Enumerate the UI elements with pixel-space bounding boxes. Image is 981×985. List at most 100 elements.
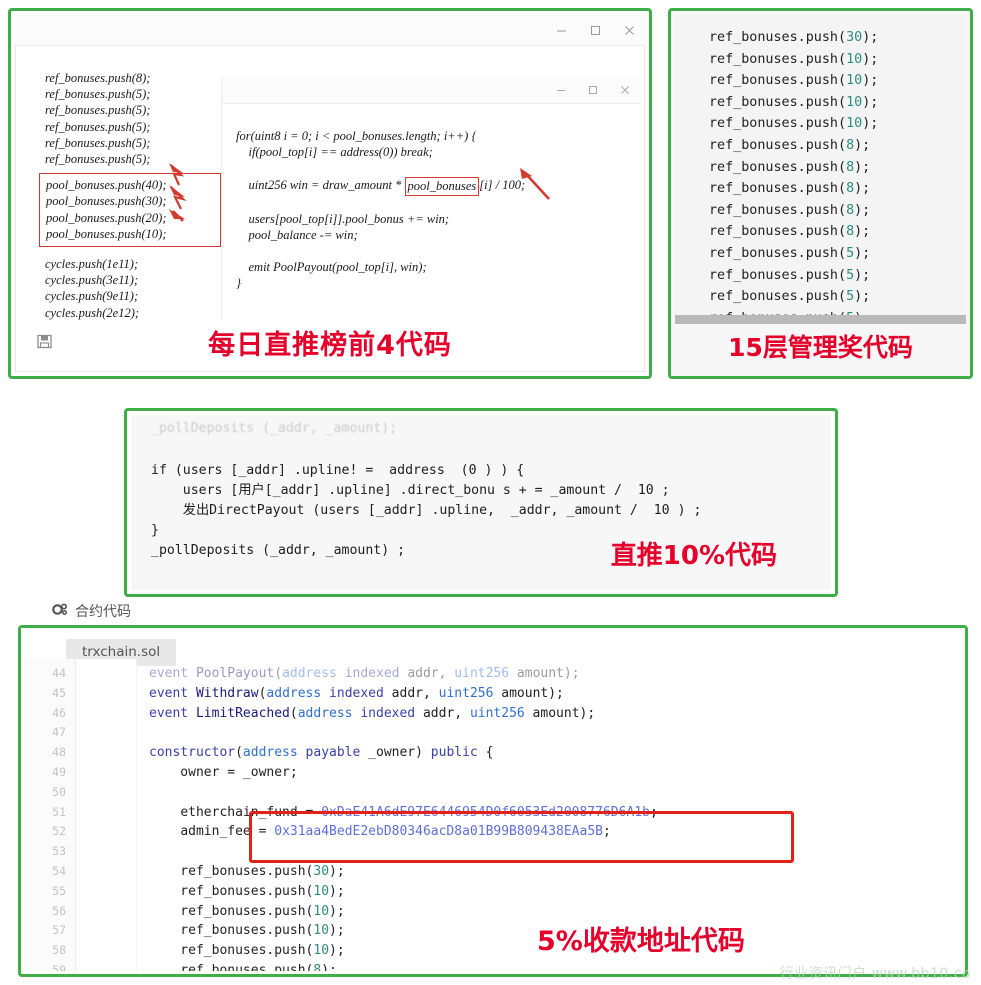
pool-bonuses-highlight-box: pool_bonuses.push(40); pool_bonuses.push… xyxy=(39,173,221,248)
ref-bonus-code-list: ref_bonuses.push(30); ref_bonuses.push(1… xyxy=(675,15,966,318)
line-number-gutter: 44 45 46 47 48 49 50 51 52 53 54 55 56 5… xyxy=(24,659,76,971)
line-number: 47 xyxy=(52,725,66,740)
panel-pool-caption: 每日直推榜前4代码 xyxy=(208,330,452,361)
code-line: ref_bonuses.push(10); xyxy=(709,73,879,89)
code-blank xyxy=(236,243,641,259)
line-number: 44 xyxy=(52,666,66,680)
code-line: pool_bonuses.push(30); xyxy=(46,194,167,209)
code-line: ref_bonuses.push(5); xyxy=(45,103,151,118)
code-blank xyxy=(151,439,831,461)
code-line: ref_bonuses.push(8); xyxy=(45,71,151,85)
code-line: pool_bonuses.push(20); xyxy=(46,210,167,225)
panel-editor-caption: 5%收款地址代码 xyxy=(537,926,745,957)
code-line: ref_bonuses.push(8); xyxy=(709,181,871,197)
line-number: 50 xyxy=(52,784,66,799)
inner-window-titlebar xyxy=(222,77,641,104)
code-line: pool_bonuses.push(10); xyxy=(46,226,167,241)
maximize-icon[interactable] xyxy=(587,22,603,38)
pool-bonus-panel: ref_bonuses.push(8); ref_bonuses.push(5)… xyxy=(8,8,652,379)
minimize-icon[interactable] xyxy=(553,82,569,98)
code-line: ref_bonuses.push(5); xyxy=(709,267,871,283)
line-number: 55 xyxy=(52,883,66,898)
contract-editor-panel: trxchain.sol 44 45 46 47 48 49 50 51 52 … xyxy=(18,625,968,977)
code-line: ref_bonuses.push(10); xyxy=(709,116,879,132)
contract-code-title: 合约代码 xyxy=(75,604,131,620)
code-line: if (users [_addr] .upline! = address (0 … xyxy=(151,463,525,478)
code-text: uint256 win = draw_amount * xyxy=(236,178,405,193)
code-line: ref_bonuses.push(5); xyxy=(45,135,151,150)
panel-direct-caption: 直推10%代码 xyxy=(610,541,777,571)
line-number: 58 xyxy=(52,943,66,958)
contract-code-header: 合约代码 xyxy=(52,601,131,621)
editor-body: 44 45 46 47 48 49 50 51 52 53 54 55 56 5… xyxy=(24,659,962,971)
solidity-code-area[interactable]: event PoolPayout(address indexed addr, u… xyxy=(137,659,962,971)
code-line: emit PoolPayout(pool_top[i], win); xyxy=(236,260,427,275)
close-icon[interactable] xyxy=(617,82,633,98)
maximize-icon[interactable] xyxy=(585,82,601,98)
code-line: ref_bonuses.push(10); xyxy=(709,51,879,67)
code-line: ref_bonuses.push(5); xyxy=(709,245,871,261)
code-line: ref_bonuses.push(5); xyxy=(45,87,151,102)
code-line: cycles.push(2e12); xyxy=(45,305,140,320)
line-number: 46 xyxy=(52,705,66,720)
inner-window: for(uint8 i = 0; i < pool_bonuses.length… xyxy=(221,77,641,320)
line-number: 45 xyxy=(52,685,66,700)
code-line: owner = _owner; xyxy=(149,764,298,780)
line-number: 54 xyxy=(52,863,66,878)
admin-fee-value: 0x31aa4BedE2ebD80346acD8a01B99B809438EAa… xyxy=(274,824,603,840)
code-line: 发出DirectPayout (users [_addr] .upline, _… xyxy=(151,503,702,518)
panel-ref-caption: 15层管理奖代码 xyxy=(728,333,913,362)
close-icon[interactable] xyxy=(621,22,637,38)
etherchain-fund-label: etherchain_fund xyxy=(180,804,298,820)
code-line: pool_balance -= win; xyxy=(236,227,358,242)
pool-payout-code: for(uint8 i = 0; i < pool_bonuses.length… xyxy=(222,104,641,291)
code-line: pool_bonuses.push(40); xyxy=(46,178,167,193)
code-line: if(pool_top[i] == address(0)) break; xyxy=(236,145,433,160)
code-blank xyxy=(137,723,962,743)
horizontal-scrollbar[interactable] xyxy=(675,315,966,324)
code-line: event Withdraw(address indexed addr, uin… xyxy=(149,685,564,701)
code-fold-strip[interactable] xyxy=(76,659,137,971)
code-line: ref_bonuses.push(5); xyxy=(709,289,871,305)
code-line: ref_bonuses.push(10); xyxy=(149,883,345,899)
code-line-etherchain-fund: etherchain_fund = 0xDaE41A6dE97E6446954D… xyxy=(180,804,658,820)
code-line: ref_bonuses.push(8); xyxy=(709,159,871,175)
code-blank xyxy=(236,160,641,176)
code-line: ref_bonuses.push(8); xyxy=(709,224,871,240)
minimize-icon[interactable] xyxy=(553,22,569,38)
code-line: users[pool_top[i]].pool_bonus += win; xyxy=(236,211,450,226)
outer-window-titlebar xyxy=(15,15,645,46)
code-line: ref_bonuses.push(30); xyxy=(149,863,345,879)
editor-inner: trxchain.sol 44 45 46 47 48 49 50 51 52 … xyxy=(24,631,962,971)
watermark: 行业资讯门户 www.bb10.co xyxy=(779,966,971,982)
line-number: 51 xyxy=(52,804,66,819)
gear-icon xyxy=(52,602,68,621)
code-line: event LimitReached(address indexed addr,… xyxy=(149,705,596,721)
line-number: 59 xyxy=(52,962,66,971)
code-line: ref_bonuses.push(30); xyxy=(709,30,879,45)
code-line-faded: _pollDeposits (_addr, _amount); xyxy=(151,421,398,436)
line-number: 53 xyxy=(52,844,66,859)
direct-payout-panel: _pollDeposits (_addr, _amount); if (user… xyxy=(124,408,838,597)
code-line: ref_bonuses.push(5); xyxy=(45,152,151,167)
cycles-block: cycles.push(1e11); cycles.push(3e11); cy… xyxy=(45,256,225,321)
code-line: ref_bonuses.push(8); xyxy=(709,202,871,218)
line-number: 56 xyxy=(52,903,66,918)
line-number: 52 xyxy=(52,824,66,839)
pool-bonuses-inline-highlight: pool_bonuses xyxy=(404,177,480,196)
code-line: ref_bonuses.push(8); xyxy=(709,137,871,153)
admin-fee-label: admin_fee xyxy=(180,824,251,840)
code-line-win-calc: uint256 win = draw_amount * pool_bonuses… xyxy=(236,176,641,196)
code-line: users [用户[_addr] .upline] .direct_bonu s… xyxy=(151,483,670,498)
code-line: cycles.push(1e11); xyxy=(45,257,139,272)
code-line: constructor(address payable _owner) publ… xyxy=(149,745,494,761)
line-number: 48 xyxy=(52,745,66,760)
ref-bonus-panel: ref_bonuses.push(30); ref_bonuses.push(1… xyxy=(668,8,973,379)
ref-bonus-block: ref_bonuses.push(8); ref_bonuses.push(5)… xyxy=(45,70,225,167)
code-line: for(uint8 i = 0; i < pool_bonuses.length… xyxy=(236,129,477,143)
code-blank xyxy=(236,195,641,211)
outer-window: ref_bonuses.push(8); ref_bonuses.push(5)… xyxy=(15,15,645,372)
code-line: cycles.push(9e11); xyxy=(45,289,139,304)
line-number: 49 xyxy=(52,764,66,779)
code-line: } xyxy=(236,276,241,291)
